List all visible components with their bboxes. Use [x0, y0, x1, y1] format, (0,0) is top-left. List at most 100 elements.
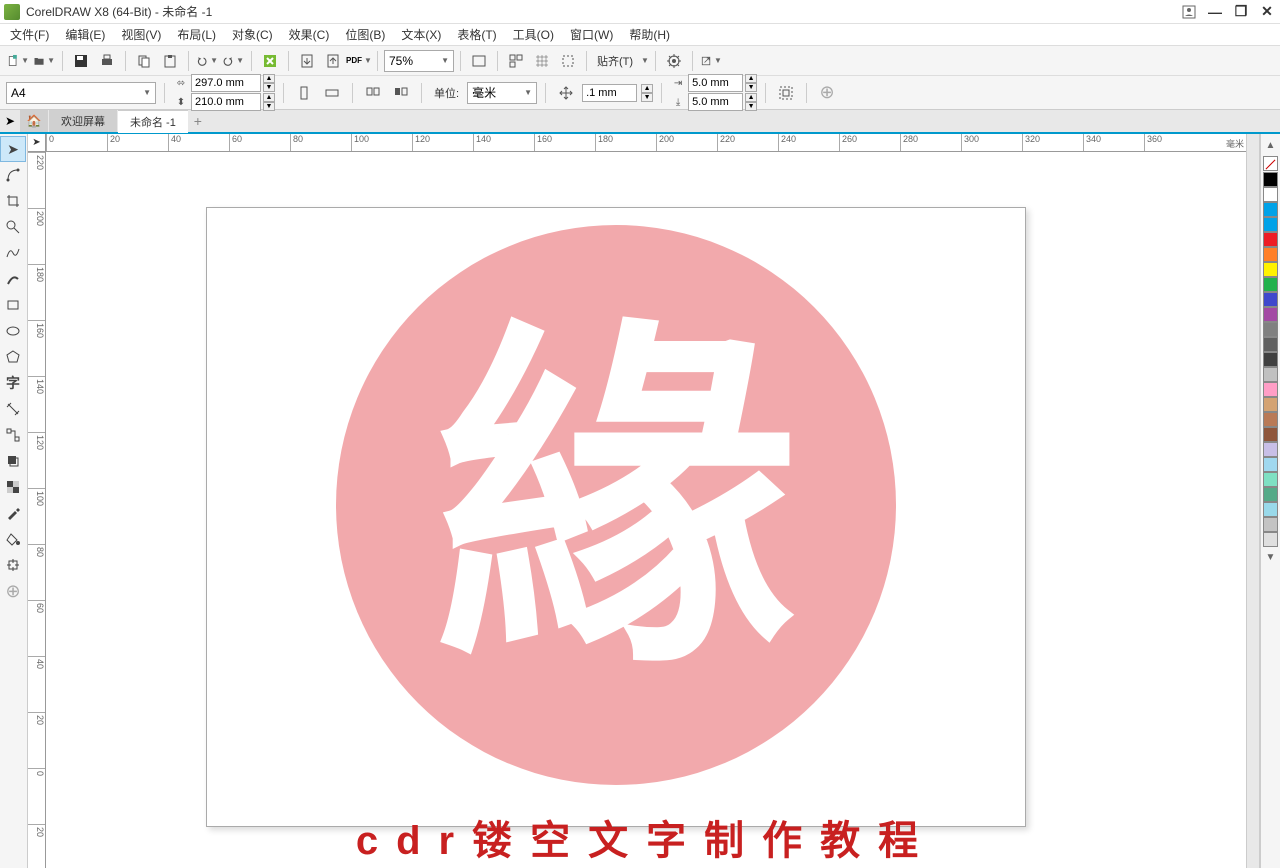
color-swatch[interactable] — [1263, 202, 1278, 217]
crop-tool[interactable] — [0, 188, 26, 214]
height-input[interactable] — [191, 93, 261, 111]
paste-button[interactable] — [158, 49, 182, 73]
add-tab-button[interactable]: + — [188, 113, 208, 129]
pdf-button[interactable]: PDF▼ — [347, 49, 371, 73]
color-swatch[interactable] — [1263, 427, 1278, 442]
color-swatch[interactable] — [1263, 442, 1278, 457]
height-down[interactable]: ▼ — [263, 102, 275, 111]
color-swatch[interactable] — [1263, 232, 1278, 247]
treat-as-filled-button[interactable] — [774, 81, 798, 105]
menu-text[interactable]: 文本(X) — [393, 24, 449, 45]
welcome-tab[interactable]: 欢迎屏幕 — [49, 110, 117, 132]
color-swatch[interactable] — [1263, 397, 1278, 412]
color-swatch[interactable] — [1263, 247, 1278, 262]
menu-effects[interactable]: 效果(C) — [281, 24, 338, 45]
width-input[interactable] — [191, 74, 261, 92]
current-page-button[interactable] — [389, 81, 413, 105]
export-button[interactable] — [321, 49, 345, 73]
menu-edit[interactable]: 编辑(E) — [57, 24, 113, 45]
page-size-combo[interactable]: A4▼ — [6, 82, 156, 104]
home-tab[interactable]: 🏠 — [20, 110, 48, 132]
color-swatch[interactable] — [1263, 457, 1278, 472]
palette-up[interactable]: ▲ — [1266, 140, 1276, 151]
zoom-tool[interactable] — [0, 214, 26, 240]
canvas[interactable]: 緣 cdr镂空文字制作教程 — [46, 152, 1246, 868]
color-swatch[interactable] — [1263, 502, 1278, 517]
dup-x-input[interactable] — [688, 74, 743, 92]
portrait-button[interactable] — [292, 81, 316, 105]
user-icon[interactable] — [1180, 3, 1198, 21]
color-swatch[interactable] — [1263, 292, 1278, 307]
nudge-down[interactable]: ▼ — [641, 93, 653, 102]
width-up[interactable]: ▲ — [263, 74, 275, 83]
copy-button[interactable] — [132, 49, 156, 73]
menu-bitmap[interactable]: 位图(B) — [337, 24, 393, 45]
minimize-button[interactable]: — — [1206, 3, 1224, 21]
connector-tool[interactable] — [0, 422, 26, 448]
menu-file[interactable]: 文件(F) — [2, 24, 57, 45]
nudge-up[interactable]: ▲ — [641, 84, 653, 93]
color-swatch[interactable] — [1263, 307, 1278, 322]
new-button[interactable]: ▼ — [6, 49, 30, 73]
color-swatch[interactable] — [1263, 322, 1278, 337]
freehand-tool[interactable] — [0, 240, 26, 266]
smart-fill-tool[interactable] — [0, 552, 26, 578]
dup-y-input[interactable] — [688, 93, 743, 111]
add-page-button[interactable]: ⊕ — [815, 81, 839, 105]
color-swatch[interactable] — [1263, 217, 1278, 232]
pink-circle-shape[interactable]: 緣 — [336, 225, 896, 785]
search-button[interactable] — [258, 49, 282, 73]
polygon-tool[interactable] — [0, 344, 26, 370]
document-tab[interactable]: 未命名 -1 — [118, 110, 188, 133]
transparency-tool[interactable] — [0, 474, 26, 500]
zoom-combo[interactable]: 75%▼ — [384, 50, 454, 72]
color-swatch[interactable] — [1263, 412, 1278, 427]
print-button[interactable] — [95, 49, 119, 73]
color-swatch[interactable] — [1263, 487, 1278, 502]
ruler-vertical[interactable]: 22020018016014012010080604020020 — [28, 152, 46, 868]
menu-tools[interactable]: 工具(O) — [505, 24, 562, 45]
launch-button[interactable]: ▼ — [699, 49, 723, 73]
menu-window[interactable]: 窗口(W) — [562, 24, 621, 45]
menu-help[interactable]: 帮助(H) — [621, 24, 678, 45]
artistic-media-tool[interactable] — [0, 266, 26, 292]
rectangle-tool[interactable] — [0, 292, 26, 318]
menu-view[interactable]: 视图(V) — [113, 24, 169, 45]
menu-object[interactable]: 对象(C) — [224, 24, 281, 45]
menu-layout[interactable]: 布局(L) — [169, 24, 224, 45]
drop-shadow-tool[interactable] — [0, 448, 26, 474]
color-swatch[interactable] — [1263, 172, 1278, 187]
color-swatch[interactable] — [1263, 517, 1278, 532]
snap-label[interactable]: 贴齐(T) — [597, 53, 633, 69]
maximize-button[interactable]: ❐ — [1232, 3, 1250, 21]
open-button[interactable]: ▼ — [32, 49, 56, 73]
color-swatch[interactable] — [1263, 367, 1278, 382]
import-button[interactable] — [295, 49, 319, 73]
shape-tool[interactable] — [0, 162, 26, 188]
color-swatch[interactable] — [1263, 262, 1278, 277]
ruler-origin[interactable]: ➤ — [28, 134, 46, 152]
all-pages-button[interactable] — [361, 81, 385, 105]
parallel-dim-tool[interactable] — [0, 396, 26, 422]
ruler-horizontal[interactable]: 毫米02040608010012014016018020022024026028… — [46, 134, 1246, 152]
eyedropper-tool[interactable] — [0, 500, 26, 526]
palette-down[interactable]: ▼ — [1266, 552, 1276, 563]
width-down[interactable]: ▼ — [263, 83, 275, 92]
height-up[interactable]: ▲ — [263, 93, 275, 102]
color-swatch[interactable] — [1263, 187, 1278, 202]
options-button[interactable] — [662, 49, 686, 73]
color-swatch[interactable] — [1263, 472, 1278, 487]
menu-table[interactable]: 表格(T) — [449, 24, 504, 45]
units-combo[interactable]: 毫米▼ — [467, 82, 537, 104]
color-swatch[interactable] — [1263, 532, 1278, 547]
color-swatch[interactable] — [1263, 382, 1278, 397]
landscape-button[interactable] — [320, 81, 344, 105]
text-tool[interactable]: 字 — [0, 370, 26, 396]
color-swatch[interactable] — [1263, 277, 1278, 292]
redo-button[interactable]: ▼ — [221, 49, 245, 73]
fullscreen-button[interactable] — [467, 49, 491, 73]
close-button[interactable]: ✕ — [1258, 3, 1276, 21]
undo-button[interactable]: ▼ — [195, 49, 219, 73]
ellipse-tool[interactable] — [0, 318, 26, 344]
pick-tool[interactable]: ➤ — [0, 136, 26, 162]
